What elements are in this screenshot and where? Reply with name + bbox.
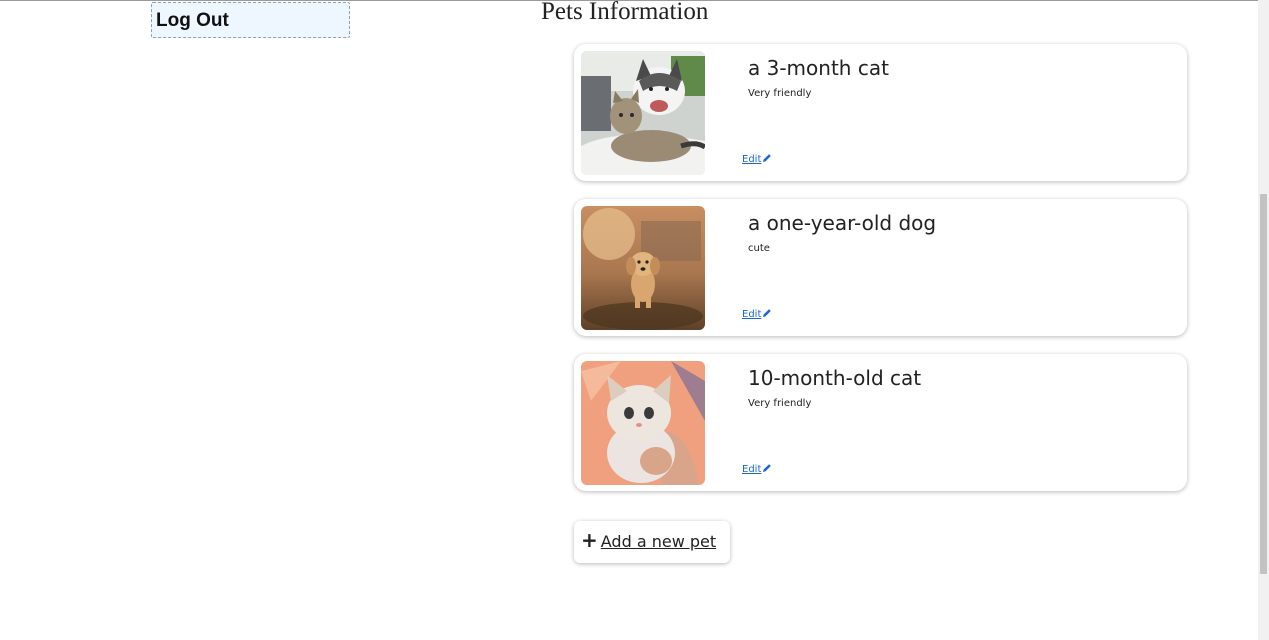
pet-photo-kitten-in-hands — [581, 361, 705, 485]
pencil-icon — [762, 153, 772, 166]
add-pet-label: Add a new pet — [600, 532, 717, 551]
pet-photo-cat-and-husky — [581, 51, 705, 175]
pet-description: Very friendly — [748, 88, 812, 99]
pet-name: a 3-month cat — [748, 56, 889, 80]
pencil-icon — [762, 463, 772, 476]
edit-pet-link[interactable]: Edit — [742, 308, 772, 321]
page-title: Pets Information — [541, 0, 709, 25]
pet-card: a 3-month cat Very friendly Edit — [574, 44, 1187, 181]
edit-label: Edit — [742, 464, 762, 475]
pet-card: 10-month-old cat Very friendly Edit — [574, 354, 1187, 491]
scrollbar-thumb[interactable] — [1260, 194, 1267, 574]
pet-photo-puppy-running — [581, 206, 705, 330]
pencil-icon — [762, 308, 772, 321]
edit-label: Edit — [742, 154, 762, 165]
plus-icon: + — [581, 528, 598, 552]
pet-name: a one-year-old dog — [748, 211, 937, 235]
pet-description: cute — [748, 243, 770, 254]
edit-pet-link[interactable]: Edit — [742, 463, 772, 476]
page-scrollbar[interactable] — [1258, 0, 1269, 640]
pet-card: a one-year-old dog cute Edit — [574, 199, 1187, 336]
logout-button[interactable]: Log Out — [151, 2, 350, 38]
pet-description: Very friendly — [748, 398, 812, 409]
pet-name: 10-month-old cat — [748, 366, 922, 390]
edit-pet-link[interactable]: Edit — [742, 153, 772, 166]
edit-label: Edit — [742, 309, 762, 320]
add-pet-button[interactable]: + Add a new pet — [574, 521, 730, 563]
